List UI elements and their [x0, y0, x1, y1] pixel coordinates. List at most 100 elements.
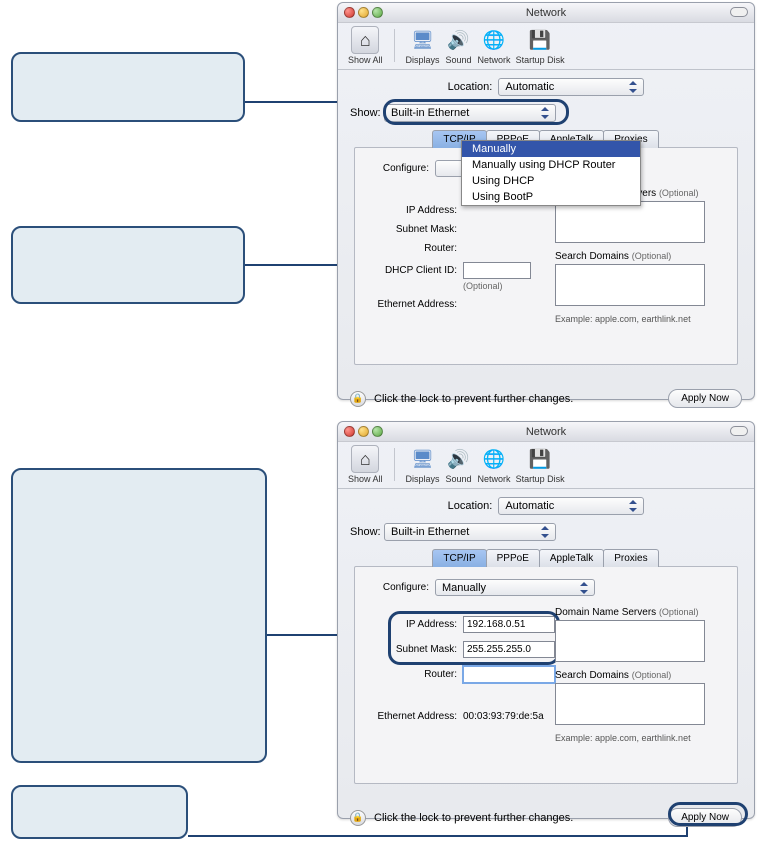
search-textarea[interactable]	[555, 683, 705, 725]
optional-label: (Optional)	[632, 251, 672, 261]
network-button[interactable]: 🌐 Network	[478, 445, 511, 484]
chevron-updown-icon	[627, 80, 639, 94]
callout-line-4a	[188, 835, 688, 837]
minimize-icon[interactable]	[358, 426, 369, 437]
subnet-label: Subnet Mask:	[365, 644, 463, 655]
toolbar-label: Sound	[446, 474, 472, 484]
tab-proxies[interactable]: Proxies	[603, 549, 658, 567]
ethernet-label: Ethernet Address:	[365, 711, 463, 722]
tab-tcpip[interactable]: TCP/IP	[432, 549, 486, 567]
chevron-updown-icon	[539, 525, 551, 539]
traffic-lights[interactable]	[344, 7, 383, 18]
show-all-button[interactable]: ⌂ Show All	[348, 445, 383, 484]
toolbar: ⌂ Show All 🖥 Displays 🔊 Sound 🌐 Network …	[338, 442, 754, 489]
menu-item-manually[interactable]: Manually	[462, 141, 640, 157]
close-icon[interactable]	[344, 426, 355, 437]
show-pulldown[interactable]: Built-in Ethernet	[384, 104, 556, 122]
ip-field[interactable]	[463, 616, 555, 633]
show-all-icon: ⌂	[351, 26, 379, 54]
footer: 🔒 Click the lock to prevent further chan…	[338, 381, 754, 416]
location-pulldown[interactable]: Automatic	[498, 497, 644, 515]
dhcp-client-label: DHCP Client ID:	[365, 265, 463, 276]
toolbar-pill-icon[interactable]	[730, 7, 748, 17]
tab-label: Proxies	[614, 553, 647, 564]
startup-disk-button[interactable]: 💾 Startup Disk	[516, 445, 565, 484]
titlebar: Network	[338, 3, 754, 23]
menu-item-manually-dhcp[interactable]: Manually using DHCP Router	[462, 157, 640, 173]
right-column: Domain Name Servers (Optional) Search Do…	[555, 188, 727, 324]
menu-item-label: Manually	[472, 143, 516, 155]
network-icon: 🌐	[480, 445, 508, 473]
minimize-icon[interactable]	[358, 7, 369, 18]
tcpip-panel: Configure: Manually Manually using DHCP …	[354, 147, 738, 365]
network-button[interactable]: 🌐 Network	[478, 26, 511, 65]
apply-now-button[interactable]: Apply Now	[668, 808, 742, 827]
chevron-updown-icon	[627, 499, 639, 513]
menu-item-using-bootp[interactable]: Using BootP	[462, 189, 640, 205]
main-pane: Location: Automatic Show: Built-in Ether…	[338, 70, 754, 381]
lock-text: Click the lock to prevent further change…	[374, 812, 573, 824]
subnet-label: Subnet Mask:	[365, 224, 463, 235]
show-pulldown[interactable]: Built-in Ethernet	[384, 523, 556, 541]
show-value: Built-in Ethernet	[391, 526, 469, 538]
tab-appletalk[interactable]: AppleTalk	[539, 549, 604, 567]
dns-label: Domain Name Servers (Optional)	[555, 607, 727, 618]
location-pulldown[interactable]: Automatic	[498, 78, 644, 96]
toolbar-separator	[394, 448, 395, 481]
traffic-lights[interactable]	[344, 426, 383, 437]
location-value: Automatic	[505, 500, 554, 512]
startup-disk-icon: 💾	[526, 445, 554, 473]
example-text: Example: apple.com, earthlink.net	[555, 733, 727, 743]
optional-label: (Optional)	[659, 607, 699, 617]
lock-icon[interactable]: 🔒	[350, 391, 366, 407]
dns-textarea[interactable]	[555, 620, 705, 662]
router-label: Router:	[365, 243, 463, 254]
optional-label: (Optional)	[463, 281, 503, 291]
search-label-text: Search Domains	[555, 670, 629, 681]
search-label-text: Search Domains	[555, 251, 629, 262]
show-label: Show:	[350, 526, 384, 538]
network-window-1: Network ⌂ Show All 🖥 Displays 🔊 Sound 🌐 …	[337, 2, 755, 400]
displays-icon: 🖥	[409, 26, 437, 54]
footer: 🔒 Click the lock to prevent further chan…	[338, 800, 754, 835]
toolbar-label: Sound	[446, 55, 472, 65]
displays-button[interactable]: 🖥 Displays	[406, 26, 440, 65]
configure-label: Configure:	[365, 163, 435, 174]
dns-label-text: Domain Name Servers	[555, 607, 656, 618]
configure-label: Configure:	[365, 582, 435, 593]
lock-icon[interactable]: 🔒	[350, 810, 366, 826]
window-title: Network	[526, 426, 566, 438]
menu-item-label: Manually using DHCP Router	[472, 159, 615, 171]
apply-now-button[interactable]: Apply Now	[668, 389, 742, 408]
toolbar-pill-icon[interactable]	[730, 426, 748, 436]
search-textarea[interactable]	[555, 264, 705, 306]
close-icon[interactable]	[344, 7, 355, 18]
tab-label: PPPoE	[497, 553, 529, 564]
search-label: Search Domains (Optional)	[555, 670, 727, 681]
configure-value: Manually	[442, 582, 486, 594]
tab-label: TCP/IP	[443, 553, 475, 564]
router-field[interactable]	[463, 666, 555, 683]
callout-box-1	[11, 52, 245, 122]
configure-menu[interactable]: Manually Manually using DHCP Router Usin…	[461, 140, 641, 206]
zoom-icon[interactable]	[372, 426, 383, 437]
displays-icon: 🖥	[409, 445, 437, 473]
dns-textarea[interactable]	[555, 201, 705, 243]
sound-button[interactable]: 🔊 Sound	[445, 26, 473, 65]
dhcp-client-field[interactable]	[463, 262, 531, 279]
ethernet-label: Ethernet Address:	[365, 299, 463, 310]
menu-item-using-dhcp[interactable]: Using DHCP	[462, 173, 640, 189]
apply-label: Apply Now	[681, 812, 729, 823]
tcpip-panel: Configure: Manually IP Address: Subnet M…	[354, 566, 738, 784]
subnet-field[interactable]	[463, 641, 555, 658]
sound-button[interactable]: 🔊 Sound	[445, 445, 473, 484]
tab-pppoe[interactable]: PPPoE	[486, 549, 540, 567]
configure-pulldown[interactable]: Manually	[435, 579, 595, 596]
search-label: Search Domains (Optional)	[555, 251, 727, 262]
zoom-icon[interactable]	[372, 7, 383, 18]
show-all-button[interactable]: ⌂ Show All	[348, 26, 383, 65]
toolbar-label: Show All	[348, 55, 383, 65]
window-title: Network	[526, 7, 566, 19]
displays-button[interactable]: 🖥 Displays	[406, 445, 440, 484]
startup-disk-button[interactable]: 💾 Startup Disk	[516, 26, 565, 65]
